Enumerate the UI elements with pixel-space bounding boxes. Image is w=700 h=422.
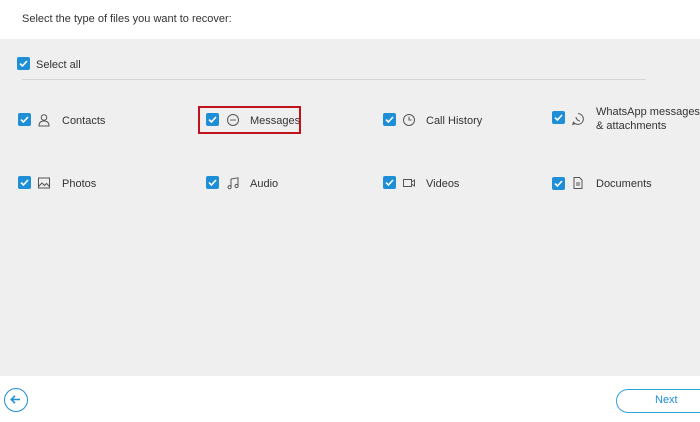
whatsapp-checkbox[interactable] (552, 111, 565, 124)
person-icon (38, 114, 50, 127)
call-history-label[interactable]: Call History (426, 115, 482, 127)
image-icon (38, 177, 50, 189)
arrow-left-icon (10, 395, 20, 404)
videos-label[interactable]: Videos (426, 178, 459, 190)
photos-label[interactable]: Photos (62, 178, 96, 190)
whatsapp-label-line1[interactable]: WhatsApp messages (596, 106, 700, 118)
music-note-icon (227, 177, 239, 190)
whatsapp-icon (571, 113, 584, 126)
video-camera-icon (403, 179, 415, 187)
next-button[interactable]: Next (616, 389, 700, 413)
contacts-label[interactable]: Contacts (62, 115, 105, 127)
select-all-checkbox[interactable] (17, 57, 30, 70)
file-type-panel (0, 39, 700, 376)
back-button[interactable] (4, 388, 28, 412)
whatsapp-label-line2[interactable]: & attachments (596, 120, 666, 132)
footer-bar (0, 376, 700, 422)
photos-checkbox[interactable] (18, 176, 31, 189)
videos-checkbox[interactable] (383, 176, 396, 189)
select-all-label[interactable]: Select all (36, 59, 81, 71)
page-header: Select the type of files you want to rec… (0, 0, 700, 39)
page-title: Select the type of files you want to rec… (22, 13, 232, 25)
documents-label[interactable]: Documents (596, 178, 652, 190)
messages-highlight-box (198, 106, 301, 134)
call-history-checkbox[interactable] (383, 113, 396, 126)
documents-checkbox[interactable] (552, 177, 565, 190)
contacts-checkbox[interactable] (18, 113, 31, 126)
clock-icon (403, 114, 415, 126)
divider (22, 79, 646, 80)
audio-checkbox[interactable] (206, 176, 219, 189)
document-icon (573, 177, 583, 189)
audio-label[interactable]: Audio (250, 178, 278, 190)
